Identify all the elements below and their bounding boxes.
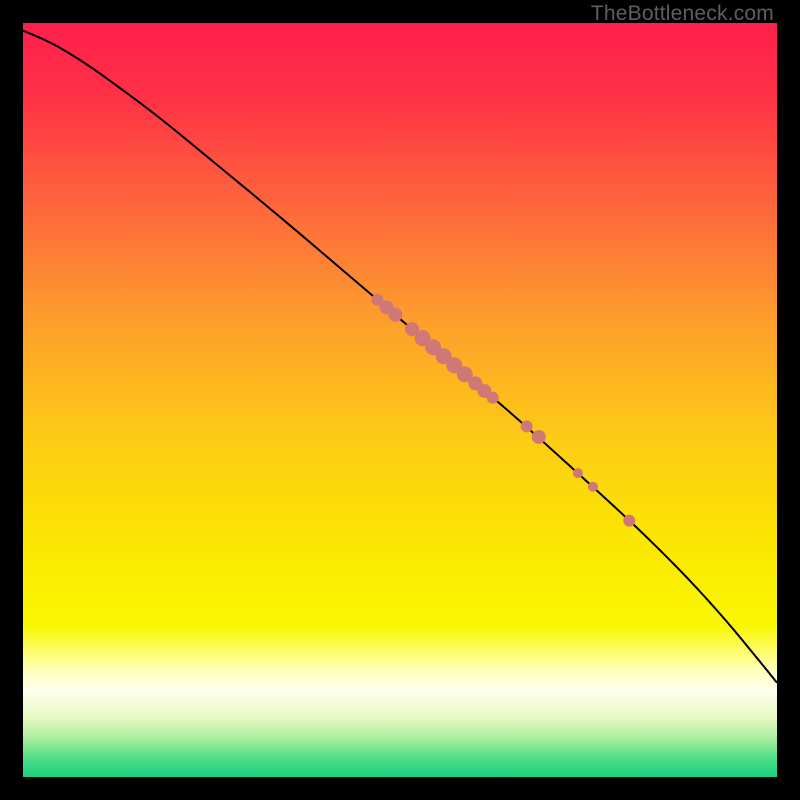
chart-svg bbox=[23, 23, 777, 777]
data-point bbox=[573, 468, 583, 478]
data-point bbox=[487, 392, 499, 404]
data-point bbox=[532, 430, 546, 444]
chart-frame bbox=[23, 23, 777, 777]
gradient-background bbox=[23, 23, 777, 777]
data-point bbox=[388, 308, 402, 322]
data-point bbox=[623, 515, 635, 527]
watermark-text: TheBottleneck.com bbox=[591, 2, 774, 26]
data-point bbox=[588, 482, 598, 492]
data-point bbox=[521, 420, 533, 432]
